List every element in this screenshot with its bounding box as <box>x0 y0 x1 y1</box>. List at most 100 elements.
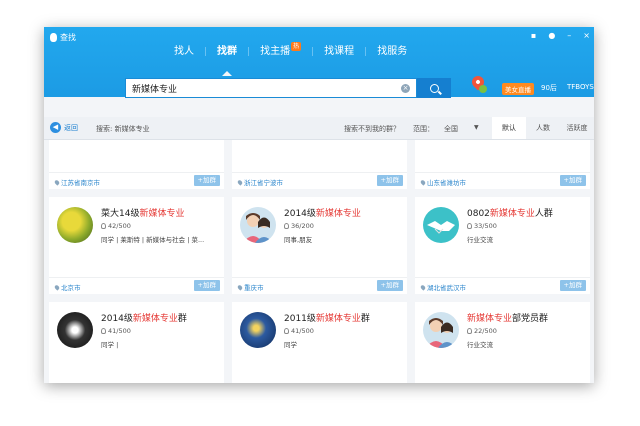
join-group-button[interactable]: +加群 <box>193 175 220 186</box>
search-icon <box>429 83 439 93</box>
group-card[interactable]: 2014级新媒体专业群 41/500 同学 | <box>49 302 224 383</box>
chevron-down-icon[interactable]: ▼ <box>474 124 479 131</box>
dark-avatar <box>57 312 93 348</box>
tab-find-services[interactable]: 找服务 <box>367 42 417 62</box>
search-window: 查找 ▪ ● – × 找人 | 找群 | 找主播热 | 找课程 | 找服务 新媒… <box>44 27 594 383</box>
group-name[interactable]: 2011级新媒体专业群 <box>284 311 370 324</box>
group-card[interactable]: 2011级新媒体专业群 41/500 同学 <box>232 302 407 383</box>
location-dot-icon <box>479 85 487 93</box>
group-tags: 行业交流 <box>467 341 493 349</box>
handshake-avatar <box>423 207 459 243</box>
members-icon <box>467 328 472 334</box>
location-icon <box>419 284 427 291</box>
tab-find-courses[interactable]: 找课程 <box>314 42 364 62</box>
group-card[interactable]: 0802新媒体专业人群 33/500 行业交流 湖北省武汉市 +加群 <box>415 197 590 294</box>
join-group-button[interactable]: +加群 <box>376 175 403 186</box>
feedback-icon[interactable]: ▪ <box>531 31 536 40</box>
group-tags: 同学 | 莱斯特 | 新媒体与社会 | 菜... <box>101 236 205 244</box>
location: 北京市 <box>53 282 81 292</box>
people-avatar <box>423 312 459 348</box>
group-card[interactable]: 新媒体专业部党员群 22/500 行业交流 <box>415 302 590 383</box>
qq-penguin-icon <box>50 33 57 42</box>
range-select[interactable]: 全国 <box>444 124 458 134</box>
location: 山东省潍坊市 <box>419 177 466 187</box>
tab-find-people[interactable]: 找人 <box>164 42 204 62</box>
location-icon <box>236 284 244 291</box>
join-group-button[interactable]: +加群 <box>559 280 586 291</box>
sort-activity[interactable]: 活跃度 <box>560 117 594 139</box>
join-group-button[interactable]: +加群 <box>559 175 586 186</box>
members-icon <box>284 223 289 229</box>
group-card[interactable]: 江苏省南京市 +加群 <box>49 140 224 189</box>
join-group-button[interactable]: +加群 <box>376 280 403 291</box>
member-count: 41/500 <box>101 327 131 335</box>
search-summary: 搜索: 新媒体专业 <box>96 125 150 133</box>
tab-find-hosts[interactable]: 找主播热 <box>250 42 311 62</box>
group-card[interactable]: 菜大14级新媒体专业 42/500 同学 | 莱斯特 | 新媒体与社会 | 菜.… <box>49 197 224 294</box>
location-icon <box>419 179 427 186</box>
group-card[interactable]: 2014级新媒体专业 36/200 同事,朋友 重庆市 +加群 <box>232 197 407 294</box>
group-results: 江苏省南京市 +加群 浙江省宁波市 +加群 山东省潍坊市 +加群 菜大14级新媒… <box>44 140 594 383</box>
card-footer: 浙江省宁波市 +加群 <box>232 172 407 189</box>
flowers-avatar <box>57 207 93 243</box>
search-input[interactable]: 新媒体专业 × <box>125 78 417 98</box>
group-card[interactable]: 山东省潍坊市 +加群 <box>415 140 590 189</box>
group-tags: 同事,朋友 <box>284 236 313 244</box>
card-footer: 湖北省武汉市 +加群 <box>415 277 590 294</box>
join-group-button[interactable]: +加群 <box>193 280 220 291</box>
app-title: 查找 <box>50 32 76 43</box>
search-button[interactable] <box>417 78 451 98</box>
window-controls: ▪ ● – × <box>531 31 590 40</box>
group-name[interactable]: 菜大14级新媒体专业 <box>101 206 184 219</box>
group-name[interactable]: 2014级新媒体专业群 <box>101 311 187 324</box>
sort-default[interactable]: 默认 <box>492 117 526 139</box>
members-icon <box>467 223 472 229</box>
back-label: 返回 <box>64 123 78 132</box>
search-input-value[interactable]: 新媒体专业 <box>132 82 401 95</box>
members-icon <box>101 223 106 229</box>
not-found-link[interactable]: 搜索不到我的群？ <box>344 124 400 134</box>
people-avatar <box>240 207 276 243</box>
search-row: 新媒体专业 × <box>125 78 451 98</box>
group-tags: 同学 | <box>101 341 119 349</box>
sort-members[interactable]: 人数 <box>526 117 560 139</box>
filter-bar: ◀ 返回 搜索: 新媒体专业 搜索不到我的群？ 范围： 全国 ▼ 默认 人数 活… <box>44 117 594 140</box>
back-button[interactable]: ◀ 返回 <box>50 122 78 133</box>
minimize-button[interactable]: – <box>567 31 571 40</box>
group-name[interactable]: 新媒体专业部党员群 <box>467 311 548 324</box>
member-count: 41/500 <box>284 327 314 335</box>
hot-tag-90[interactable]: 90后 <box>541 83 557 93</box>
main-nav: 找人 | 找群 | 找主播热 | 找课程 | 找服务 <box>164 42 417 76</box>
back-arrow-icon: ◀ <box>50 122 61 133</box>
group-card[interactable]: 浙江省宁波市 +加群 <box>232 140 407 189</box>
members-icon <box>101 328 106 334</box>
range-label: 范围： <box>413 125 434 133</box>
group-tags: 行业交流 <box>467 236 493 244</box>
group-name[interactable]: 0802新媒体专业人群 <box>467 206 553 219</box>
location-icon <box>236 179 244 186</box>
app-title-text: 查找 <box>60 33 76 42</box>
card-footer: 山东省潍坊市 +加群 <box>415 172 590 189</box>
members-icon <box>284 328 289 334</box>
group-name[interactable]: 2014级新媒体专业 <box>284 206 361 219</box>
location: 湖北省武汉市 <box>419 282 466 292</box>
tab-find-groups[interactable]: 找群 <box>207 42 247 76</box>
clear-icon[interactable]: × <box>401 83 410 93</box>
hot-tag-live[interactable]: 美女直播 <box>502 83 534 95</box>
member-count: 42/500 <box>101 222 131 230</box>
location: 江苏省南京市 <box>53 177 100 187</box>
painting-avatar <box>240 312 276 348</box>
skin-icon[interactable]: ● <box>548 31 555 40</box>
hot-tag-tfboys[interactable]: TFBOYS <box>567 83 594 91</box>
member-count: 22/500 <box>467 327 497 335</box>
location-icon <box>53 179 61 186</box>
member-count: 33/500 <box>467 222 497 230</box>
location-icon <box>53 284 61 291</box>
location: 重庆市 <box>236 282 264 292</box>
close-button[interactable]: × <box>583 31 590 40</box>
member-count: 36/200 <box>284 222 314 230</box>
card-footer: 重庆市 +加群 <box>232 277 407 294</box>
group-tags: 同学 <box>284 341 297 349</box>
location: 浙江省宁波市 <box>236 177 283 187</box>
card-footer: 北京市 +加群 <box>49 277 224 294</box>
